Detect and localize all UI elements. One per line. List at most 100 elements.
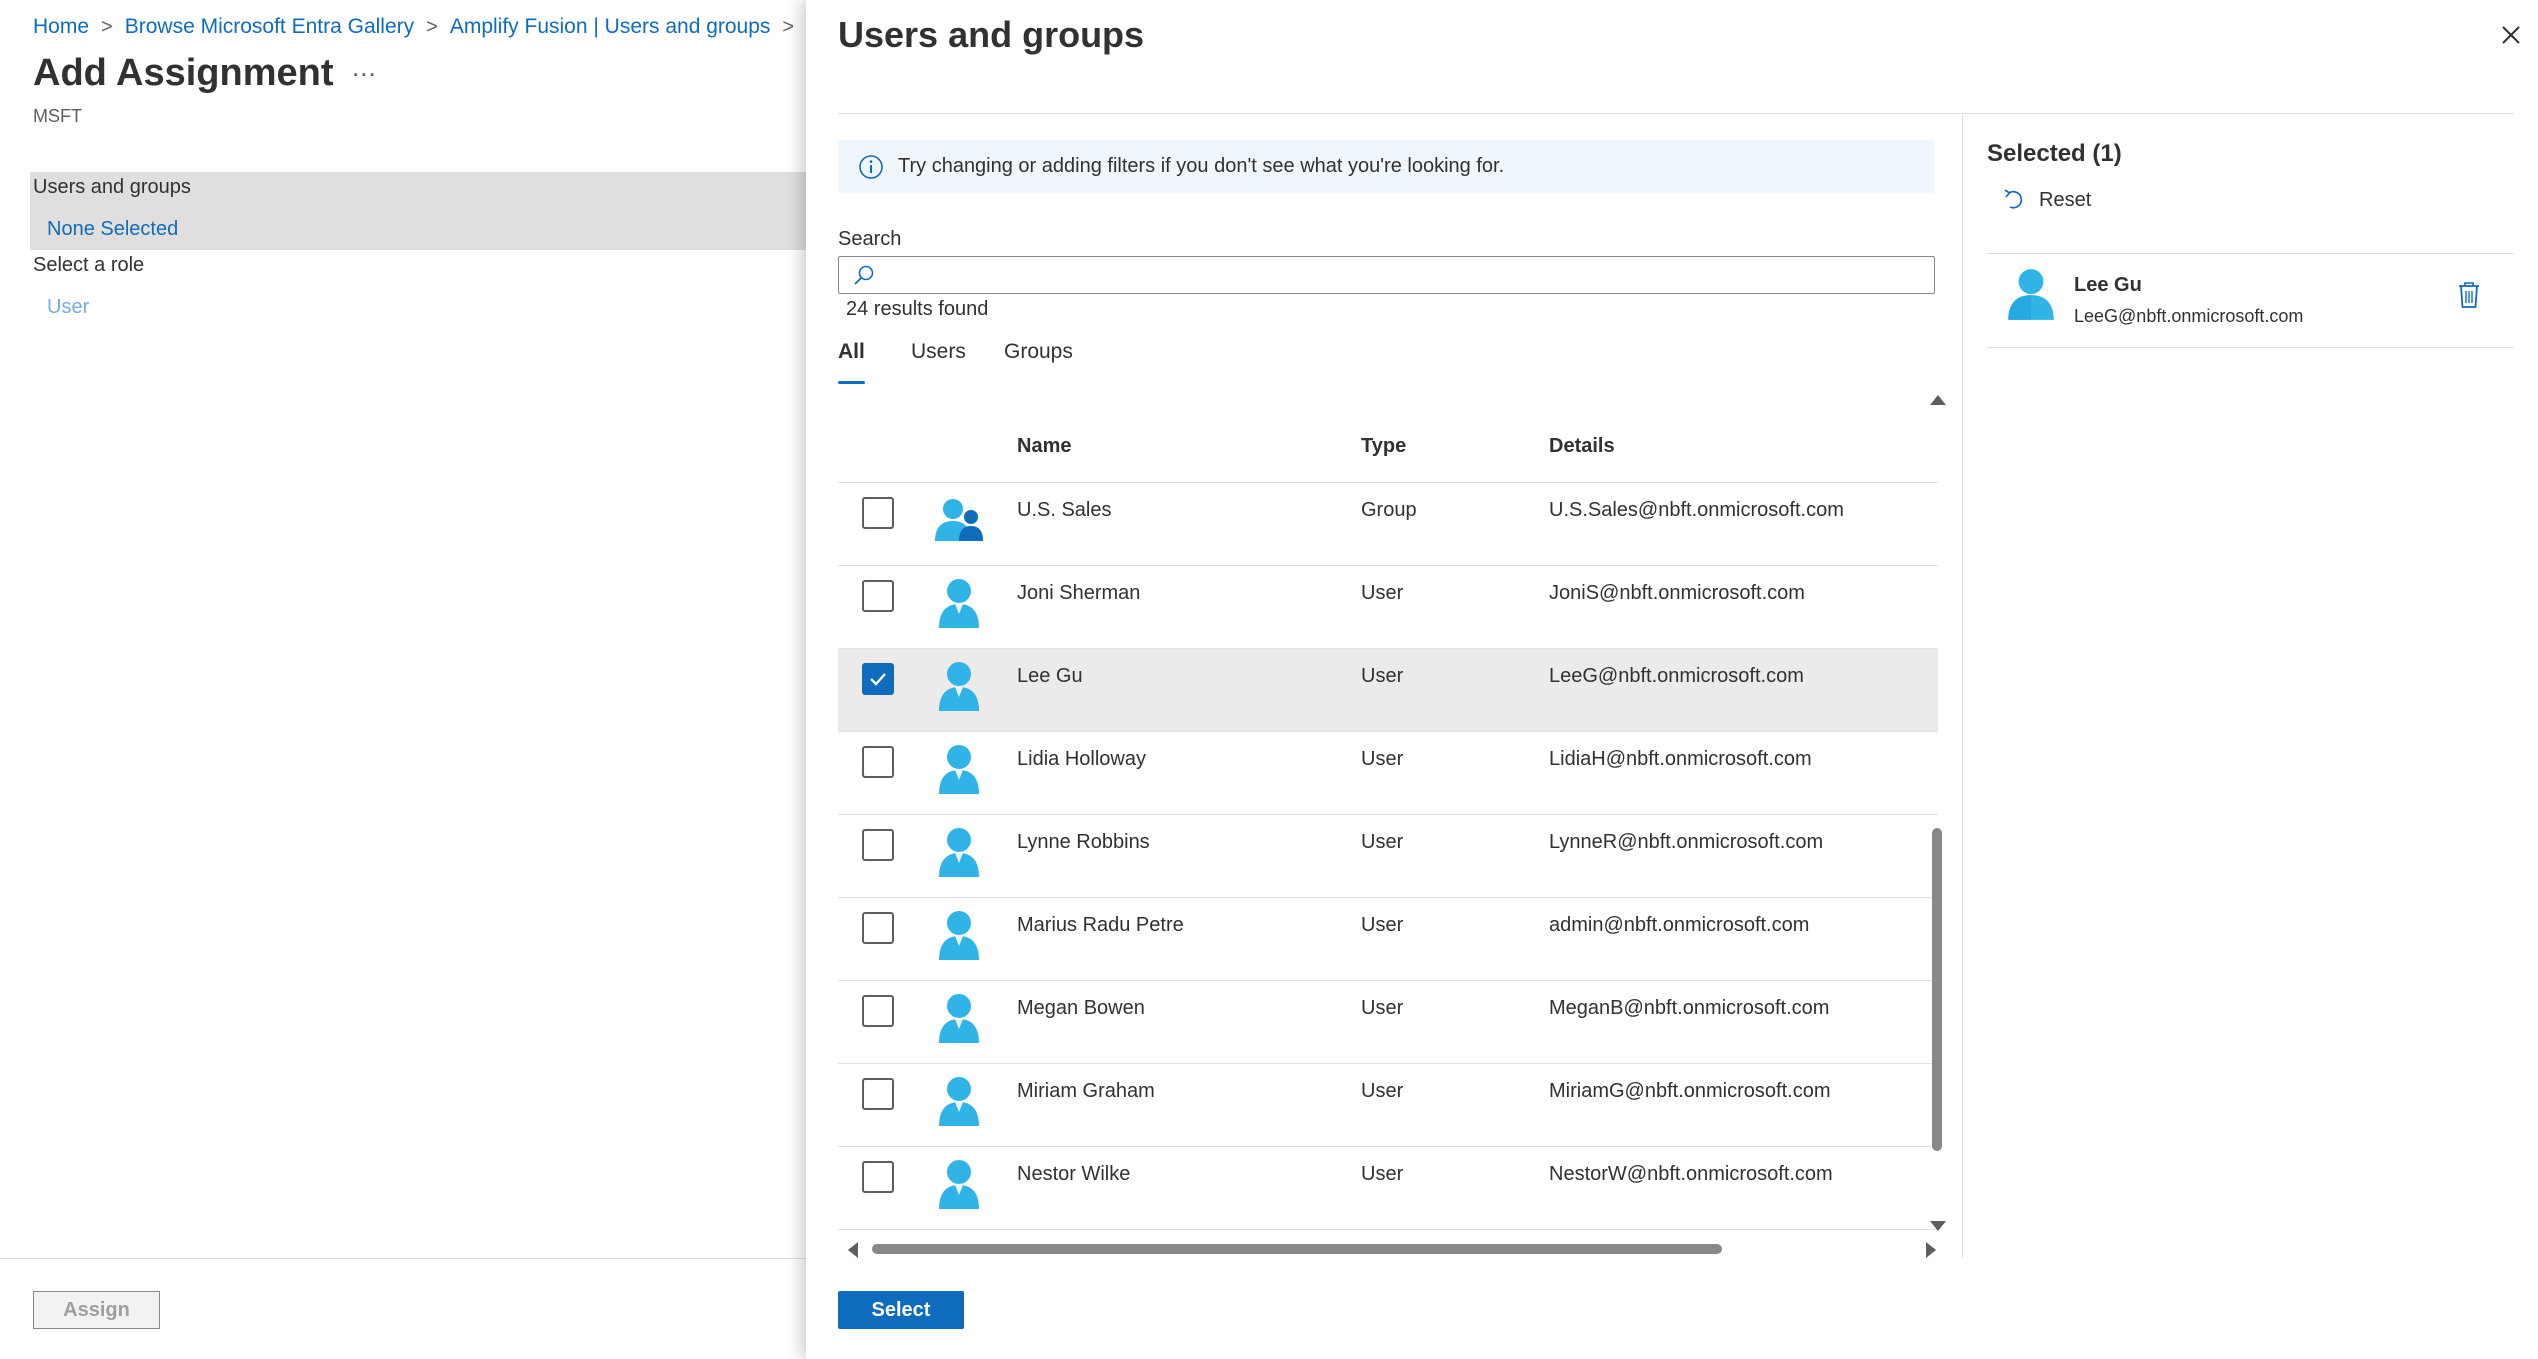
cell-name: Megan Bowen xyxy=(1017,997,1145,1019)
cell-details: LynneR@nbft.onmicrosoft.com xyxy=(1549,831,1824,853)
reset-button[interactable]: Reset xyxy=(2001,184,2091,216)
user-avatar-icon xyxy=(2008,269,2054,320)
vertical-scroll-thumb[interactable] xyxy=(1932,828,1942,1151)
panel-title: Users and groups xyxy=(838,14,1145,55)
search-box[interactable] xyxy=(838,256,1935,294)
role-value-link[interactable]: User xyxy=(47,296,89,319)
cell-details: U.S.Sales@nbft.onmicrosoft.com xyxy=(1549,499,1844,521)
horizontal-scroll-thumb[interactable] xyxy=(872,1244,1722,1254)
add-assignment-blade: Home > Browse Microsoft Entra Gallery > … xyxy=(0,0,806,1359)
table-row[interactable]: Lynne Robbins User LynneR@nbft.onmicrosoft… xyxy=(838,815,1938,898)
cell-name: Lynne Robbins xyxy=(1017,831,1150,853)
scroll-down-arrow-icon[interactable] xyxy=(1930,1221,1946,1231)
user-icon xyxy=(939,579,979,628)
reset-icon xyxy=(2004,189,2023,209)
user-icon xyxy=(939,1077,979,1126)
cell-name: Miriam Graham xyxy=(1017,1080,1155,1102)
row-checkbox[interactable] xyxy=(862,912,894,944)
search-input[interactable] xyxy=(883,259,1923,291)
cell-type: User xyxy=(1361,914,1404,936)
row-checkbox[interactable] xyxy=(862,663,894,695)
row-checkbox[interactable] xyxy=(862,580,894,612)
row-checkbox[interactable] xyxy=(862,497,894,529)
info-banner: Try changing or adding filters if you do… xyxy=(838,140,1934,193)
selected-divider xyxy=(1987,253,2514,254)
breadcrumb-app-users-groups[interactable]: Amplify Fusion | Users and groups xyxy=(450,15,771,39)
column-header-name[interactable]: Name xyxy=(1017,435,1071,458)
user-icon xyxy=(939,828,979,877)
vertical-scrollbar[interactable] xyxy=(1930,395,1946,1235)
cell-type: User xyxy=(1361,748,1404,770)
cell-name: Nestor Wilke xyxy=(1017,1163,1131,1185)
table-row[interactable]: Lidia Holloway User LidiaH@nbft.onmicrosof… xyxy=(838,732,1938,815)
cell-name: Lidia Holloway xyxy=(1017,748,1146,770)
row-checkbox[interactable] xyxy=(862,829,894,861)
breadcrumb-separator: > xyxy=(426,15,438,38)
cell-details: MiriamG@nbft.onmicrosoft.com xyxy=(1549,1080,1831,1102)
selected-title: Selected (1) xyxy=(1987,140,2122,167)
breadcrumb-gallery[interactable]: Browse Microsoft Entra Gallery xyxy=(125,15,414,39)
breadcrumb: Home > Browse Microsoft Entra Gallery > … xyxy=(33,12,806,42)
horizontal-scrollbar[interactable] xyxy=(838,1240,1948,1258)
assign-button[interactable]: Assign xyxy=(33,1291,160,1329)
user-icon xyxy=(939,911,979,960)
cell-type: User xyxy=(1361,997,1404,1019)
cell-name: U.S. Sales xyxy=(1017,499,1112,521)
selected-item-name: Lee Gu xyxy=(2074,274,2142,296)
table-row[interactable]: Miriam Graham User MiriamG@nbft.onmicrosof… xyxy=(838,1064,1938,1147)
cell-details: LidiaH@nbft.onmicrosoft.com xyxy=(1549,748,1812,770)
results-table: Name Type Details U.S. Sales Group U.S.Sal… xyxy=(838,395,1952,1255)
select-button[interactable]: Select xyxy=(838,1291,964,1329)
scroll-right-arrow-icon[interactable] xyxy=(1926,1242,1936,1258)
selected-item-email: LeeG@nbft.onmicrosoft.com xyxy=(2074,306,2304,326)
page-title: Add Assignment xyxy=(33,52,334,94)
close-icon[interactable] xyxy=(2496,20,2526,50)
info-text: Try changing or adding filters if you do… xyxy=(898,155,1505,177)
search-icon xyxy=(854,265,874,285)
row-checkbox[interactable] xyxy=(862,995,894,1027)
cell-name: Lee Gu xyxy=(1017,665,1083,687)
selected-divider xyxy=(1987,347,2514,348)
tab-groups[interactable]: Groups xyxy=(1004,340,1073,384)
table-row[interactable]: Marius Radu Petre User admin@nbft.onmicros… xyxy=(838,898,1938,981)
user-icon xyxy=(939,1160,979,1209)
table-header: Name Type Details xyxy=(838,395,1938,483)
breadcrumb-separator: > xyxy=(101,15,113,38)
cell-details: NestorW@nbft.onmicrosoft.com xyxy=(1549,1163,1833,1185)
row-checkbox[interactable] xyxy=(862,1161,894,1193)
tab-users[interactable]: Users xyxy=(911,340,966,384)
breadcrumb-home[interactable]: Home xyxy=(33,15,89,39)
search-label: Search xyxy=(838,228,902,250)
table-row[interactable]: Joni Sherman User JoniS@nbft.onmicrosoft.c… xyxy=(838,566,1938,649)
users-groups-value-link[interactable]: None Selected xyxy=(47,218,178,241)
cell-name: Marius Radu Petre xyxy=(1017,914,1184,936)
reset-label: Reset xyxy=(2039,188,2092,211)
panel-divider xyxy=(838,113,2514,114)
info-icon xyxy=(859,154,883,179)
column-header-details[interactable]: Details xyxy=(1549,435,1615,458)
cell-name: Joni Sherman xyxy=(1017,582,1141,604)
user-icon xyxy=(939,994,979,1043)
breadcrumb-separator: > xyxy=(782,15,795,38)
scroll-up-arrow-icon[interactable] xyxy=(1930,395,1946,405)
cell-details: admin@nbft.onmicrosoft.com xyxy=(1549,914,1810,936)
group-icon xyxy=(935,499,983,541)
tab-all[interactable]: All xyxy=(838,340,865,384)
cell-type: User xyxy=(1361,1163,1404,1185)
scroll-left-arrow-icon[interactable] xyxy=(848,1242,858,1258)
panel-vertical-divider xyxy=(1962,113,1963,1258)
more-options-icon[interactable]: ... xyxy=(352,54,380,84)
table-row[interactable]: Nestor Wilke User NestorW@nbft.onmicrosoft… xyxy=(838,1147,1938,1230)
users-groups-label: Users and groups xyxy=(33,176,191,198)
table-row[interactable]: Megan Bowen User MeganB@nbft.onmicrosoft.c… xyxy=(838,981,1938,1064)
row-checkbox[interactable] xyxy=(862,746,894,778)
row-checkbox[interactable] xyxy=(862,1078,894,1110)
cell-type: User xyxy=(1361,665,1404,687)
table-row[interactable]: Lee Gu User LeeG@nbft.onmicrosoft.com xyxy=(838,649,1938,732)
page-subtitle: MSFT xyxy=(33,106,82,126)
table-row[interactable]: U.S. Sales Group U.S.Sales@nbft.onmicrosof… xyxy=(838,483,1938,566)
user-icon xyxy=(939,745,979,794)
column-header-type[interactable]: Type xyxy=(1361,435,1406,458)
select-role-label: Select a role xyxy=(33,254,145,276)
trash-icon[interactable] xyxy=(2456,280,2482,310)
